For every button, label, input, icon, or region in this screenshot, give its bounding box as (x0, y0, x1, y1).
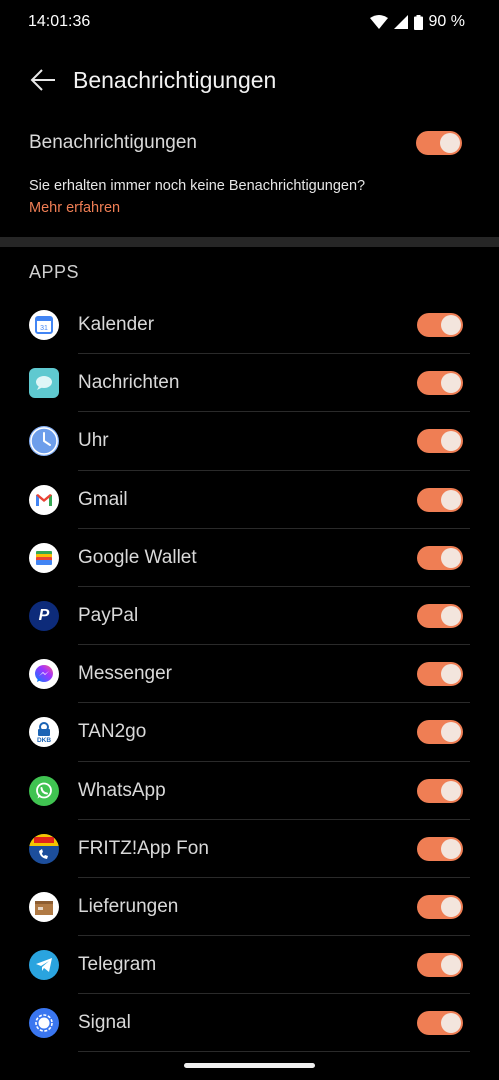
section-divider (0, 237, 499, 247)
app-name: Lieferungen (78, 895, 179, 917)
back-arrow-icon (30, 69, 55, 91)
app-name: TAN2go (78, 721, 147, 743)
app-toggle-whatsapp[interactable] (417, 778, 463, 803)
learn-more-link[interactable]: Mehr erfahren (29, 200, 120, 216)
toggle-knob (441, 315, 461, 336)
app-name: PayPal (78, 605, 139, 627)
toggle-knob (441, 373, 461, 394)
app-toggle-telegram[interactable] (417, 953, 463, 978)
app-list: 31 Kalender Nachrichten Uhr Gmail Google… (0, 296, 499, 1053)
clock-icon (29, 426, 59, 457)
app-row-fritz-app-fon[interactable]: FRITZ!App Fon (0, 820, 499, 878)
status-time: 14:01:36 (28, 13, 91, 30)
toggle-knob (441, 722, 461, 743)
app-toggle-google-wallet[interactable] (417, 545, 463, 570)
status-bar: 14:01:36 90 % (0, 0, 499, 44)
cell-signal-icon (393, 15, 408, 29)
status-icons: 90 % (369, 13, 465, 31)
app-toggle-signal[interactable] (417, 1011, 463, 1036)
svg-text:31: 31 (40, 325, 48, 332)
calendar-icon: 31 (29, 310, 59, 341)
app-row-messenger[interactable]: Messenger (0, 645, 499, 704)
messages-icon (29, 368, 59, 399)
toggle-knob (441, 606, 461, 627)
gmail-icon (29, 484, 59, 515)
wallet-icon (29, 542, 59, 573)
app-row-signal[interactable]: Signal (0, 994, 499, 1053)
app-name: Kalender (78, 314, 155, 336)
app-toggle-messenger[interactable] (417, 662, 463, 687)
app-toggle-fritz-app-fon[interactable] (417, 836, 463, 861)
wifi-icon (369, 15, 388, 29)
app-name: Telegram (78, 954, 157, 976)
messenger-icon (29, 659, 59, 690)
app-toggle-nachrichten[interactable] (417, 371, 463, 396)
app-toggle-gmail[interactable] (417, 487, 463, 512)
master-notifications-label: Benachrichtigungen (29, 132, 197, 153)
app-name: Nachrichten (78, 372, 180, 394)
toggle-knob (441, 489, 461, 510)
apps-section-header: APPS (29, 262, 80, 282)
app-row-nachrichten[interactable]: Nachrichten (0, 354, 499, 413)
row-divider (78, 1051, 470, 1053)
toggle-knob (441, 955, 461, 976)
toggle-knob (441, 547, 461, 568)
app-toggle-kalender[interactable] (417, 313, 463, 338)
app-row-lieferungen[interactable]: Lieferungen (0, 878, 499, 937)
app-name: Uhr (78, 430, 109, 452)
app-toggle-lieferungen[interactable] (417, 894, 463, 919)
toggle-knob (441, 780, 461, 801)
master-notifications-toggle[interactable] (416, 131, 462, 155)
toggle-knob (441, 1013, 461, 1034)
toggle-knob (441, 838, 461, 859)
tan2go-icon: DKB (29, 717, 59, 748)
signal-icon (29, 1008, 59, 1039)
home-indicator[interactable] (184, 1063, 315, 1068)
app-name: Google Wallet (78, 546, 197, 568)
app-bar: Benachrichtigungen (0, 52, 499, 108)
app-name: WhatsApp (78, 779, 166, 801)
battery-icon (413, 14, 423, 30)
app-row-paypal[interactable]: P PayPal (0, 587, 499, 646)
app-row-gmail[interactable]: Gmail (0, 471, 499, 529)
svg-text:DKB: DKB (37, 737, 51, 743)
master-notifications-row[interactable]: Benachrichtigungen (0, 118, 499, 168)
toggle-knob (440, 133, 460, 153)
app-row-telegram[interactable]: Telegram (0, 936, 499, 995)
notification-hint-text: Sie erhalten immer noch keine Benachrich… (29, 178, 366, 194)
app-row-tan2go[interactable]: DKB TAN2go (0, 703, 499, 762)
app-row-uhr[interactable]: Uhr (0, 412, 499, 471)
app-row-kalender[interactable]: 31 Kalender (0, 296, 499, 355)
fritz-icon (29, 833, 59, 864)
app-name: Gmail (78, 488, 128, 510)
app-name: FRITZ!App Fon (78, 837, 209, 859)
battery-percent: 90 % (428, 13, 465, 30)
toggle-knob (441, 431, 461, 452)
telegram-icon (29, 950, 59, 981)
page-title: Benachrichtigungen (73, 66, 277, 93)
app-toggle-paypal[interactable] (417, 604, 463, 629)
whatsapp-icon (29, 775, 59, 806)
paypal-icon: P (29, 601, 59, 632)
app-toggle-uhr[interactable] (417, 429, 463, 454)
toggle-knob (441, 664, 461, 685)
app-row-google-wallet[interactable]: Google Wallet (0, 529, 499, 587)
app-name: Signal (78, 1012, 131, 1034)
app-name: Messenger (78, 663, 172, 685)
app-toggle-tan2go[interactable] (417, 720, 463, 745)
app-row-whatsapp[interactable]: WhatsApp (0, 762, 499, 820)
toggle-knob (441, 896, 461, 917)
package-icon (29, 891, 59, 922)
back-button[interactable] (15, 52, 71, 108)
